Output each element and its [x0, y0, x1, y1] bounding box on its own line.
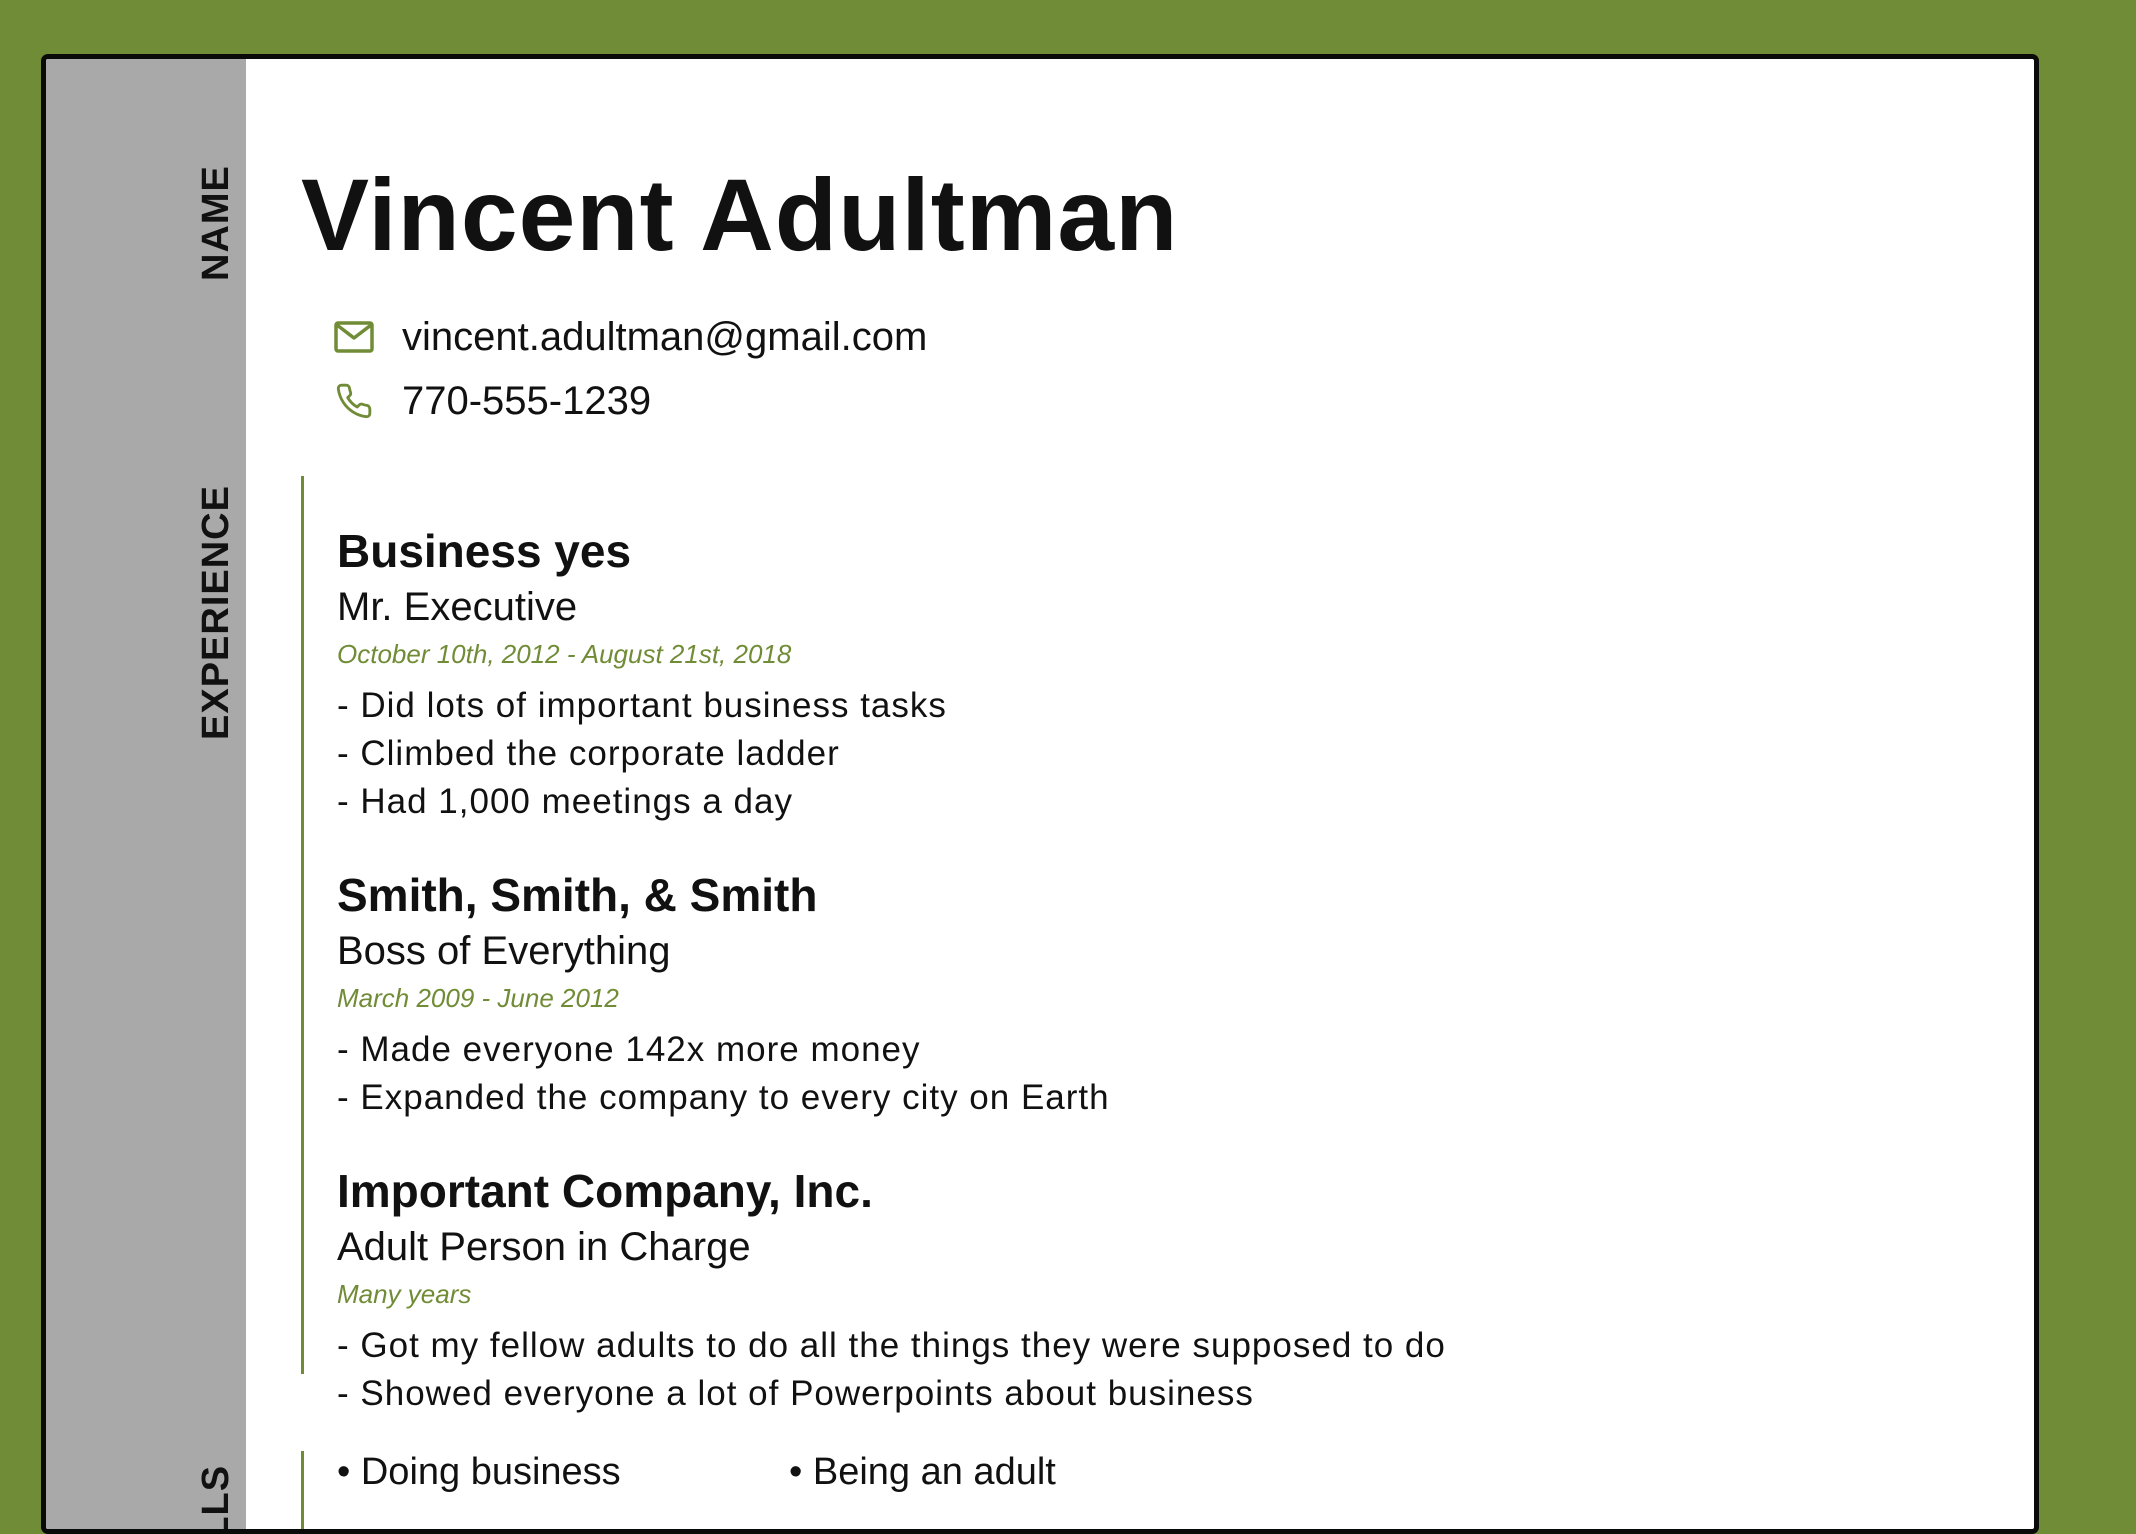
job-entry: Important Company, Inc. Adult Person in … — [337, 1164, 1446, 1418]
resume-content: Vincent Adultman vincent.adultman@gmail.… — [301, 59, 2034, 1529]
job-bullet: - Climbed the corporate ladder — [337, 734, 840, 773]
name-section-label: NAME — [195, 165, 237, 281]
job-bullets: - Did lots of important business tasks -… — [337, 682, 947, 826]
phone-icon — [334, 381, 374, 421]
job-company: Business yes — [337, 525, 632, 577]
job-title: Mr. Executive — [337, 585, 578, 629]
job-dates: October 10th, 2012 - August 21st, 2018 — [337, 639, 792, 669]
job-bullet: - Got my fellow adults to do all the thi… — [337, 1326, 1446, 1365]
person-name: Vincent Adultman — [301, 158, 1179, 272]
job-entry: Smith, Smith, & Smith Boss of Everything… — [337, 868, 1110, 1122]
skill-item: • Being an adult — [789, 1451, 1056, 1493]
job-bullets: - Made everyone 142x more money - Expand… — [337, 1026, 1110, 1122]
job-bullet: - Expanded the company to every city on … — [337, 1078, 1110, 1117]
job-dates: Many years — [337, 1279, 472, 1309]
job-bullet: - Showed everyone a lot of Powerpoints a… — [337, 1374, 1254, 1413]
job-bullet: - Made everyone 142x more money — [337, 1030, 921, 1069]
experience-section: Business yes Mr. Executive October 10th,… — [301, 476, 1804, 1413]
job-title: Adult Person in Charge — [337, 1225, 751, 1269]
job-dates: March 2009 - June 2012 — [337, 983, 619, 1013]
section-sidebar: NAME EXPERIENCE SKILLS — [46, 59, 246, 1529]
job-company: Smith, Smith, & Smith — [337, 869, 818, 921]
resume-page: NAME EXPERIENCE SKILLS Vincent Adultman … — [41, 54, 2039, 1534]
job-title: Boss of Everything — [337, 929, 671, 973]
phone-number[interactable]: 770-555-1239 — [402, 379, 651, 424]
job-entry: Business yes Mr. Executive October 10th,… — [337, 524, 947, 826]
job-bullets: - Got my fellow adults to do all the thi… — [337, 1322, 1446, 1418]
email-address[interactable]: vincent.adultman@gmail.com — [402, 315, 927, 360]
skill-item: • Doing business — [337, 1451, 621, 1493]
job-bullet: - Had 1,000 meetings a day — [337, 782, 793, 821]
skills-section-label: SKILLS — [195, 1465, 237, 1529]
job-bullet: - Did lots of important business tasks — [337, 686, 947, 725]
skills-section: • Doing business • Being an adult — [301, 1451, 1804, 1529]
experience-section-label: EXPERIENCE — [195, 485, 237, 740]
mail-icon — [334, 317, 374, 357]
email-row: vincent.adultman@gmail.com — [334, 312, 927, 362]
job-company: Important Company, Inc. — [337, 1165, 873, 1217]
phone-row: 770-555-1239 — [334, 376, 651, 426]
